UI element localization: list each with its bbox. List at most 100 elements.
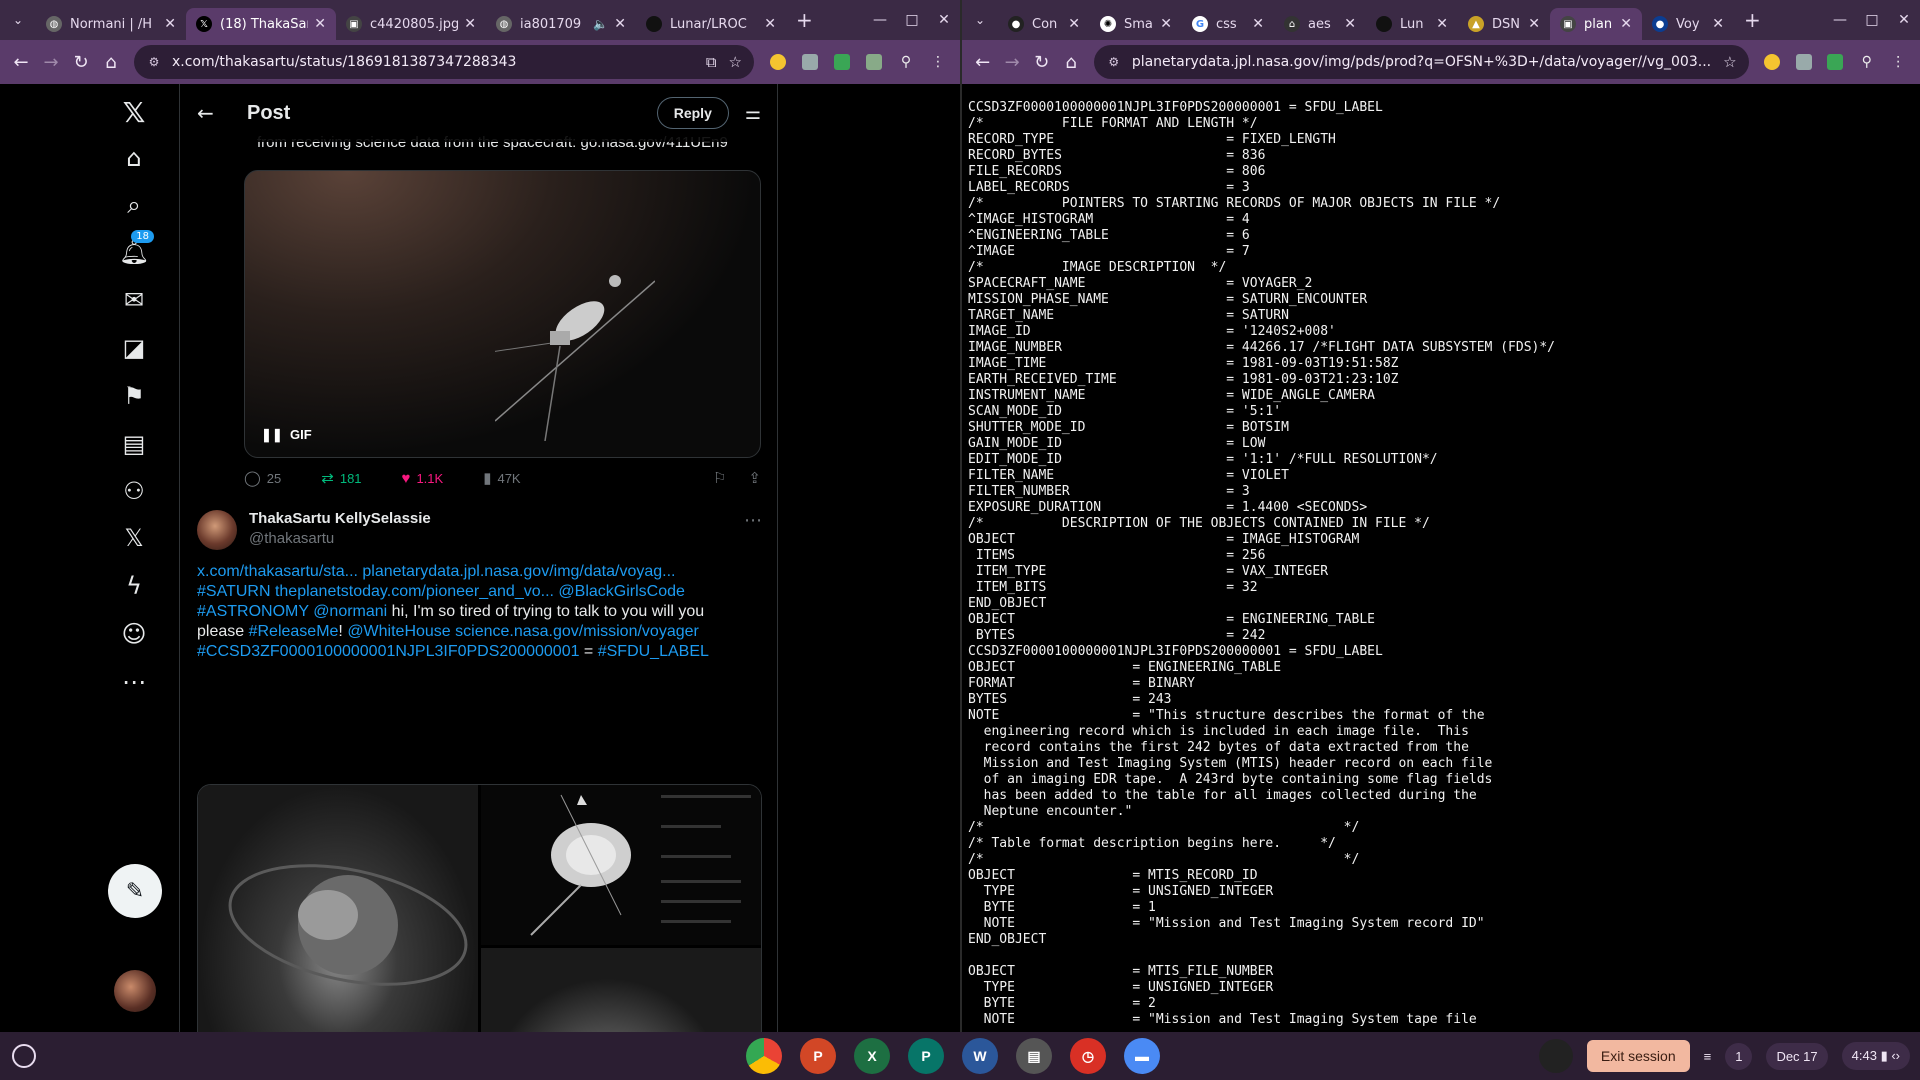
author-handle[interactable]: @thakasartu	[249, 530, 334, 547]
word-icon[interactable]: W	[962, 1038, 998, 1074]
reload-icon[interactable]: ↻	[1027, 47, 1056, 77]
tab-normani[interactable]: ◍ Normani | /H ✕	[36, 8, 186, 40]
reply-action[interactable]: ◯ 25	[244, 469, 281, 487]
menu-kebab-icon[interactable]: ⋮	[924, 48, 952, 76]
tab-google[interactable]: G css ✕	[1182, 8, 1274, 40]
close-tab-icon[interactable]: ✕	[1620, 16, 1632, 32]
forward-icon[interactable]: →	[36, 47, 66, 77]
bookmark-star-icon[interactable]: ☆	[1723, 53, 1736, 71]
publisher-icon[interactable]: P	[908, 1038, 944, 1074]
notifications-icon[interactable]: 🔔︎ 18	[118, 230, 154, 268]
avatar[interactable]	[197, 510, 237, 550]
extension-icon[interactable]	[1759, 48, 1786, 76]
post-link[interactable]: x.com/thakasartu/sta... planetarydata.jp…	[197, 563, 675, 580]
extension-icon[interactable]	[860, 48, 888, 76]
extension-icon[interactable]	[1822, 48, 1849, 76]
tab-dsn[interactable]: ▲ DSN ✕	[1458, 8, 1550, 40]
hashtag[interactable]: #SFDU_LABEL	[598, 643, 709, 660]
bookmark-icon[interactable]: ⚐	[713, 469, 726, 487]
tab-github[interactable]: ● Con ✕	[998, 8, 1090, 40]
close-tab-icon[interactable]: ✕	[1160, 16, 1172, 32]
extensions-puzzle-icon[interactable]: ⚲	[1853, 48, 1880, 76]
tab-lunar[interactable]: Lunar/LROC ✕	[636, 8, 786, 40]
close-tab-icon[interactable]: ✕	[1252, 16, 1264, 32]
profile-icon[interactable]: ☺	[118, 618, 150, 650]
back-icon[interactable]: ←	[6, 47, 36, 77]
address-bar[interactable]: ⚙ planetarydata.jpl.nasa.gov/img/pds/pro…	[1093, 45, 1749, 79]
media-queue-icon[interactable]: ≡	[1704, 1049, 1712, 1064]
files-icon[interactable]: ▬	[1124, 1038, 1160, 1074]
jobs-icon[interactable]: ▤	[118, 428, 150, 460]
verified-orgs-icon[interactable]: ϟ	[118, 570, 150, 602]
tab-openai[interactable]: ✺ Sma ✕	[1090, 8, 1182, 40]
close-tab-icon[interactable]: ✕	[314, 16, 326, 32]
back-icon[interactable]: ←	[968, 47, 997, 77]
more-options-icon[interactable]: ⋯	[744, 510, 762, 531]
avatar[interactable]	[1538, 1039, 1573, 1073]
extension-icon[interactable]	[1790, 48, 1817, 76]
communities-icon[interactable]: ⚇	[118, 475, 150, 507]
repost-action[interactable]: ⇄ 181	[321, 469, 361, 487]
home-icon[interactable]: ⌂	[96, 47, 126, 77]
close-tab-icon[interactable]: ✕	[1712, 16, 1724, 32]
close-tab-icon[interactable]: ✕	[614, 16, 626, 32]
install-app-icon[interactable]: ⧉	[706, 53, 717, 71]
tab-search-icon[interactable]: ⌄	[0, 0, 36, 40]
gif-badge[interactable]: ❚❚ GIF	[261, 427, 312, 443]
tab-archive[interactable]: ◍ ia801709 🔈 ✕	[486, 8, 636, 40]
docs-icon[interactable]: ▤	[1016, 1038, 1052, 1074]
site-info-icon[interactable]: ⚙	[146, 54, 162, 70]
extension-icon[interactable]	[764, 48, 792, 76]
forward-icon[interactable]: →	[997, 47, 1026, 77]
powerpoint-icon[interactable]: P	[800, 1038, 836, 1074]
x-logo-icon[interactable]: 𝕏	[118, 96, 150, 129]
mention[interactable]: @WhiteHouse	[347, 623, 450, 640]
exit-session-button[interactable]: Exit session	[1586, 1040, 1690, 1072]
tab-lunar[interactable]: Lun ✕	[1366, 8, 1458, 40]
messages-icon[interactable]: ✉	[118, 284, 150, 316]
notification-count-badge[interactable]: 1	[1725, 1042, 1753, 1070]
new-tab-button[interactable]: +	[786, 8, 823, 32]
saturn-image[interactable]	[198, 785, 478, 1032]
hashtag[interactable]: #ASTRONOMY	[197, 603, 309, 620]
settings-sliders-icon[interactable]: ⚌	[745, 103, 761, 124]
maximize-icon[interactable]: □	[1856, 12, 1888, 28]
compose-post-button[interactable]: ✎	[108, 864, 162, 918]
launcher-icon[interactable]	[12, 1044, 36, 1068]
close-window-icon[interactable]: ✕	[1888, 12, 1920, 28]
close-tab-icon[interactable]: ✕	[164, 16, 176, 32]
address-bar[interactable]: ⚙ x.com/thakasartu/status/18691813873472…	[134, 45, 754, 79]
chrome-icon[interactable]	[746, 1038, 782, 1074]
author-name[interactable]: ThakaSartu KellySelassie	[249, 510, 431, 527]
back-arrow-icon[interactable]: ←	[197, 101, 237, 125]
minimize-icon[interactable]: —	[864, 12, 896, 28]
share-icon[interactable]: ⇪	[748, 469, 761, 487]
hashtag[interactable]: #SATURN	[197, 583, 271, 600]
extension-icon[interactable]	[796, 48, 824, 76]
planet-closeup-image[interactable]	[481, 948, 761, 1032]
maximize-icon[interactable]: □	[896, 12, 928, 28]
home-icon[interactable]: ⌂	[1056, 47, 1085, 77]
date-label[interactable]: Dec 17	[1766, 1042, 1828, 1070]
extension-icon[interactable]	[828, 48, 856, 76]
timer-icon[interactable]: ◷	[1070, 1038, 1106, 1074]
close-tab-icon[interactable]: ✕	[1436, 16, 1448, 32]
close-tab-icon[interactable]: ✕	[1344, 16, 1356, 32]
views-action[interactable]: ▮ 47K	[483, 469, 520, 487]
bookmarks-icon[interactable]: ⚑	[118, 380, 150, 412]
tab-planetarydata[interactable]: ▣ plan ✕	[1550, 8, 1642, 40]
menu-kebab-icon[interactable]: ⋮	[1885, 48, 1912, 76]
tab-museum[interactable]: ⌂ aes ✕	[1274, 8, 1366, 40]
close-tab-icon[interactable]: ✕	[764, 16, 776, 32]
speaker-icon[interactable]: 🔈	[593, 17, 608, 31]
grok-icon[interactable]: ◪	[118, 332, 150, 364]
extensions-puzzle-icon[interactable]: ⚲	[892, 48, 920, 76]
site-info-icon[interactable]: ⚙	[1106, 54, 1122, 70]
close-window-icon[interactable]: ✕	[928, 12, 960, 28]
close-tab-icon[interactable]: ✕	[1068, 16, 1080, 32]
avatar[interactable]	[114, 970, 156, 1012]
reply-button[interactable]: Reply	[656, 97, 729, 129]
post-link[interactable]: theplanetstoday.com/pioneer_and_vo...	[275, 583, 554, 600]
new-tab-button[interactable]: +	[1734, 8, 1771, 32]
bookmark-star-icon[interactable]: ☆	[729, 53, 742, 71]
